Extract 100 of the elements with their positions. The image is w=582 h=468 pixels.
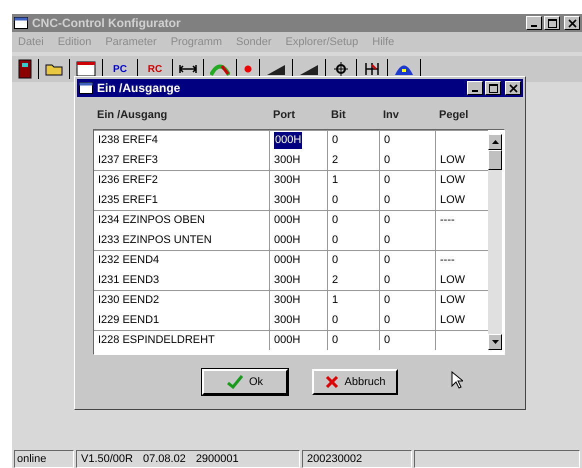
- cancel-button[interactable]: Abbruch: [312, 369, 398, 395]
- table-cell-text: 0: [384, 333, 390, 348]
- table-cell-text: I238 EREF4: [98, 133, 158, 148]
- maximize-button[interactable]: [544, 16, 560, 30]
- table-cell-text: I235 EREF1: [98, 192, 158, 208]
- toolbar-label[interactable]: RC: [144, 59, 166, 79]
- dialog-title: Ein /Ausgange: [97, 80, 182, 97]
- close-icon: [508, 84, 518, 92]
- menu-item[interactable]: Programm: [170, 34, 222, 50]
- menu-item[interactable]: Hilfe: [372, 34, 394, 50]
- table-cell-text: LOW: [440, 312, 466, 328]
- status-field: online: [14, 450, 74, 468]
- minimize-button[interactable]: [526, 16, 542, 30]
- table-cell-text: 300H: [274, 272, 300, 288]
- table-cell-text: I237 EREF3: [98, 152, 158, 168]
- table-cell-text: I233 EZINPOS UNTEN: [98, 232, 212, 248]
- table-cell-text: 0: [384, 133, 390, 148]
- close-icon: [568, 18, 576, 28]
- status-field: 200230002: [302, 450, 412, 468]
- table-cell-text: 0: [332, 312, 338, 328]
- table-cell-text: ----: [440, 213, 455, 228]
- table-cell-text: 0: [384, 253, 390, 268]
- table-cell-text: 0: [384, 272, 390, 288]
- table-cell-text: LOW: [440, 152, 466, 168]
- door-icon[interactable]: [18, 59, 32, 79]
- column-header: Pegel: [439, 108, 468, 121]
- table-cell-text: I231 EEND3: [98, 272, 160, 288]
- table-cell-text: 0: [384, 232, 390, 248]
- table-cell-text: I228 ESPINDELDREHT: [98, 333, 215, 348]
- table-cell-text: 2: [332, 152, 338, 168]
- table-cell-text: 1: [332, 293, 338, 308]
- table-cell-text: I229 EEND1: [98, 312, 160, 328]
- app-icon: [79, 82, 93, 94]
- table-cell-text: 000H: [274, 232, 300, 248]
- table-cell-text: I234 EZINPOS OBEN: [98, 213, 205, 228]
- column-header: Bit: [331, 108, 346, 121]
- dot-icon[interactable]: [243, 64, 253, 74]
- ok-button[interactable]: Ok: [202, 369, 288, 395]
- table-cell-text: 0: [384, 293, 390, 308]
- scroll-down-button[interactable]: [488, 334, 502, 350]
- table-cell-text: 000H: [274, 333, 300, 348]
- folder-icon[interactable]: [45, 62, 63, 76]
- table-cell-text: 0: [332, 133, 338, 148]
- table-cell-text: LOW: [440, 173, 466, 188]
- table-cell-text: 0: [384, 312, 390, 328]
- table-cell-text: I232 EEND4: [98, 253, 160, 268]
- down-arrow-icon: [492, 340, 498, 344]
- maximize-icon: [488, 84, 498, 92]
- table-cell-text: 0: [332, 213, 338, 228]
- menu-item[interactable]: Sonder: [236, 34, 272, 50]
- maximize-icon: [548, 18, 556, 28]
- arch-icon[interactable]: [210, 62, 230, 76]
- scrollbar[interactable]: [488, 134, 502, 350]
- table-cell-text: 300H: [274, 152, 300, 168]
- table-cell-text: I236 EREF2: [98, 173, 158, 188]
- checkmark-icon: [226, 375, 243, 389]
- cursor-icon: [451, 371, 463, 389]
- close-button[interactable]: [564, 16, 580, 30]
- table-cell-text: 0: [332, 232, 338, 248]
- table-cell-text: 000H: [274, 253, 300, 268]
- app-icon: [14, 17, 28, 29]
- table-cell-text: 0: [384, 192, 390, 208]
- table-cell-text: 0: [332, 333, 338, 348]
- column-header: Inv: [383, 108, 399, 121]
- scroll-thumb[interactable]: [488, 150, 502, 170]
- table-cell-text: 300H: [274, 173, 300, 188]
- table-cell-text: 300H: [274, 192, 300, 208]
- table-cell-text: 1: [332, 173, 338, 188]
- table-cell-text: 0: [384, 152, 390, 168]
- gear-icon[interactable]: [332, 62, 350, 76]
- maximize-button[interactable]: [485, 81, 501, 95]
- menu-item[interactable]: Explorer/Setup: [286, 34, 358, 50]
- table-cell: 000H: [274, 132, 302, 149]
- arrows-icon[interactable]: [179, 63, 197, 75]
- toolbar-label[interactable]: PC: [109, 59, 131, 79]
- table-cell-text: I230 EEND2: [98, 293, 160, 308]
- menu-item[interactable]: Datei: [18, 34, 44, 50]
- table-cell-text: 300H: [274, 312, 300, 328]
- window-icon[interactable]: [76, 61, 96, 77]
- close-icon: [324, 375, 338, 389]
- scroll-up-button[interactable]: [488, 134, 502, 150]
- close-button[interactable]: [505, 81, 521, 95]
- window-title: CNC-Control Konfigurator: [32, 15, 182, 32]
- table-cell-text: LOW: [440, 192, 466, 208]
- table-cell-text: 0: [384, 173, 390, 188]
- table-cell-text: 000H: [274, 213, 300, 228]
- table-cell-text: LOW: [440, 272, 466, 288]
- table-cell-text: 0: [332, 253, 338, 268]
- table-cell-text: ----: [440, 253, 455, 268]
- menu-item[interactable]: Parameter: [105, 34, 157, 50]
- column-header: Ein /Ausgang: [97, 108, 168, 121]
- table-cell-text: 0: [332, 192, 338, 208]
- status-field: V1.50/00R 07.08.02 2900001: [76, 450, 300, 468]
- table-cell-text: 0: [384, 213, 390, 228]
- fork-icon[interactable]: [363, 62, 381, 76]
- column-header: Port: [273, 108, 295, 121]
- minimize-button[interactable]: [467, 81, 483, 95]
- table-cell-text: 300H: [274, 293, 300, 308]
- table-cell-text: LOW: [440, 293, 466, 308]
- menu-item[interactable]: Edition: [58, 34, 92, 50]
